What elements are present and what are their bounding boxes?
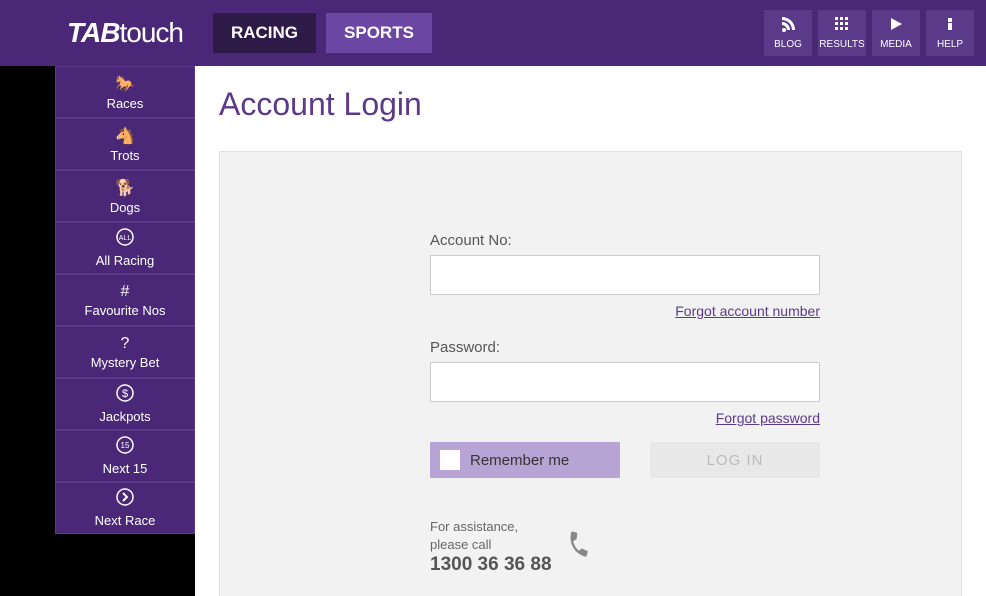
tab-sports[interactable]: SPORTS [326, 13, 432, 53]
forgot-account-link[interactable]: Forgot account number [675, 303, 820, 319]
media-label: MEDIA [880, 39, 912, 50]
sidebar-item-label: Races [107, 96, 144, 111]
remember-label: Remember me [470, 452, 569, 469]
assist-phone: 1300 36 36 88 [430, 554, 552, 576]
dog-icon: 🐕 [115, 178, 135, 198]
n15-icon: 15 [116, 436, 134, 459]
blog-icon [780, 16, 796, 37]
password-label: Password: [430, 339, 820, 356]
sidebar-item-label: Dogs [110, 200, 140, 215]
sidebar-item-favourite-nos[interactable]: # Favourite Nos [55, 274, 195, 326]
question-icon: ? [121, 335, 130, 353]
header-right: BLOG RESULTS MEDIA HELP [764, 10, 974, 56]
play-icon [888, 16, 904, 37]
results-icon [834, 16, 850, 37]
sidebar-item-next-race[interactable]: Next Race [55, 482, 195, 534]
forgot-password-link[interactable]: Forgot password [716, 410, 820, 426]
sidebar-item-label: Mystery Bet [91, 355, 160, 370]
help-button[interactable]: HELP [926, 10, 974, 56]
account-input[interactable] [430, 255, 820, 295]
results-label: RESULTS [819, 39, 864, 50]
sidebar-item-races[interactable]: 🐎 Races [55, 66, 195, 118]
assist-line2: please call [430, 536, 552, 554]
container: 🐎 Races 🐴 Trots 🐕 Dogs ALL All Racing # … [0, 66, 986, 596]
hash-icon: # [121, 283, 130, 301]
svg-text:ALL: ALL [119, 235, 132, 242]
sidebar-item-label: Favourite Nos [85, 303, 166, 318]
page-title: Account Login [219, 86, 962, 123]
blog-label: BLOG [774, 39, 802, 50]
action-row: Remember me LOG IN [430, 442, 820, 478]
assistance-block: For assistance, please call 1300 36 36 8… [430, 518, 921, 576]
dollar-icon: $ [116, 384, 134, 407]
account-label: Account No: [430, 232, 820, 249]
horse-icon: 🐎 [115, 74, 135, 94]
logo-light: touch [119, 17, 183, 48]
nav-tabs: RACING SPORTS [213, 13, 432, 53]
assist-line1: For assistance, [430, 518, 552, 536]
login-form-panel: Account No: Forgot account number Passwo… [219, 151, 962, 596]
remember-checkbox[interactable] [440, 450, 460, 470]
help-label: HELP [937, 39, 963, 50]
info-icon [942, 16, 958, 37]
remember-me-toggle[interactable]: Remember me [430, 442, 620, 478]
sidebar-item-label: Next 15 [103, 461, 148, 476]
sidebar-item-dogs[interactable]: 🐕 Dogs [55, 170, 195, 222]
login-button[interactable]: LOG IN [650, 442, 820, 478]
svg-text:$: $ [122, 388, 128, 400]
logo-bold: TAB [67, 17, 119, 48]
trot-icon: 🐴 [115, 126, 135, 146]
password-group: Password: Forgot password [430, 339, 820, 402]
all-icon: ALL [116, 228, 134, 251]
phone-icon [559, 527, 595, 568]
sidebar-item-jackpots[interactable]: $ Jackpots [55, 378, 195, 430]
next-icon [116, 488, 134, 511]
results-button[interactable]: RESULTS [818, 10, 866, 56]
media-button[interactable]: MEDIA [872, 10, 920, 56]
top-header: TABtouch RACING SPORTS BLOG RESULTS MEDI… [0, 0, 986, 66]
sidebar-item-label: All Racing [96, 253, 155, 268]
password-input[interactable] [430, 362, 820, 402]
logo[interactable]: TABtouch [67, 17, 183, 49]
sidebar-item-trots[interactable]: 🐴 Trots [55, 118, 195, 170]
sidebar-item-all-racing[interactable]: ALL All Racing [55, 222, 195, 274]
sidebar-item-label: Next Race [95, 513, 156, 528]
sidebar-item-label: Jackpots [99, 409, 150, 424]
svg-text:15: 15 [121, 441, 130, 450]
main-content: Account Login Account No: Forgot account… [195, 66, 986, 596]
sidebar: 🐎 Races 🐴 Trots 🐕 Dogs ALL All Racing # … [55, 66, 195, 596]
tab-racing[interactable]: RACING [213, 13, 316, 53]
sidebar-item-next-15[interactable]: 15 Next 15 [55, 430, 195, 482]
blog-button[interactable]: BLOG [764, 10, 812, 56]
account-group: Account No: Forgot account number [430, 232, 820, 295]
sidebar-item-mystery-bet[interactable]: ? Mystery Bet [55, 326, 195, 378]
sidebar-item-label: Trots [110, 148, 139, 163]
